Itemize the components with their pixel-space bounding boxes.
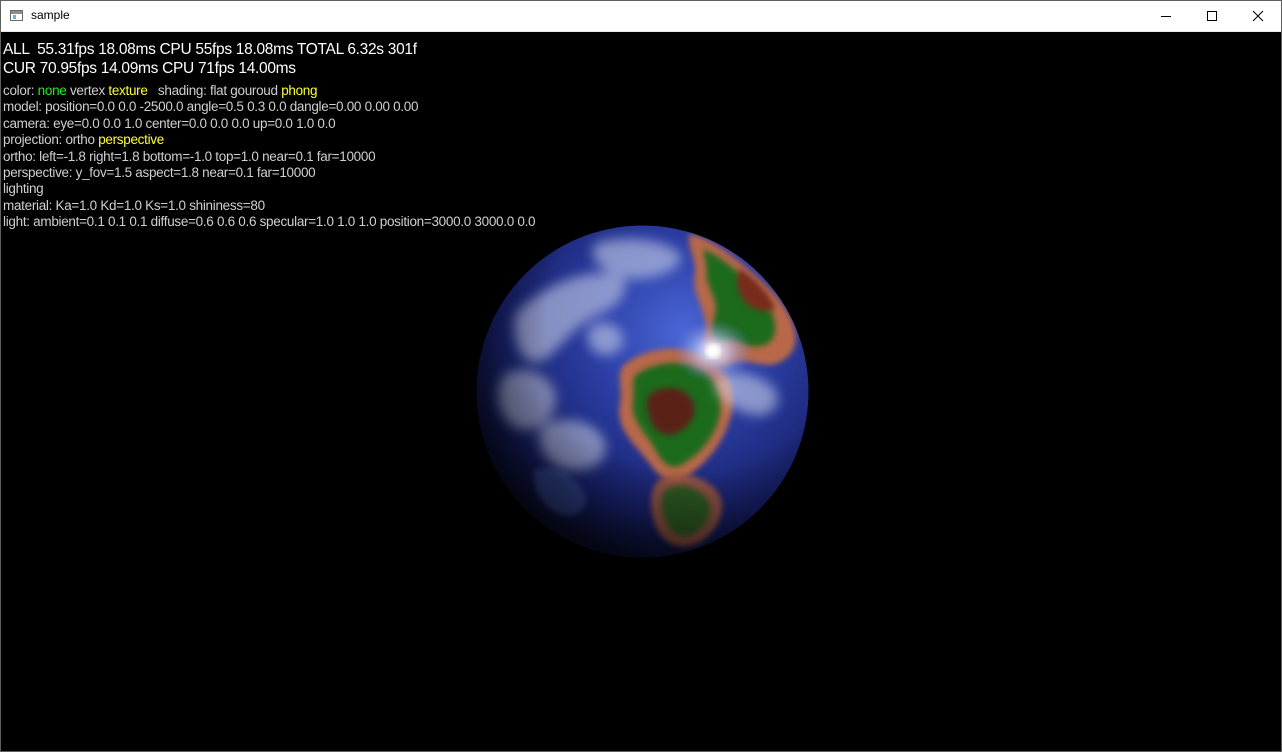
maximize-icon — [1207, 11, 1217, 21]
hud-color-shading-line: color: none vertex texture shading: flat… — [3, 83, 318, 98]
hud-all-stats: ALL 55.31fps 18.08ms CPU 55fps 18.08ms T… — [3, 41, 417, 58]
hud-material-line: material: Ka=1.0 Kd=1.0 Ks=1.0 shininess… — [3, 198, 265, 213]
hud-lighting-flag: lighting — [3, 181, 44, 196]
color-option-texture: texture — [108, 83, 148, 98]
minimize-icon — [1161, 16, 1171, 17]
hud-cur-stats: CUR 70.95fps 14.09ms CPU 71fps 14.00ms — [3, 60, 296, 77]
title-bar[interactable]: sample — [1, 1, 1281, 32]
projection-option-ortho: ortho — [65, 132, 95, 147]
shading-label: shading: — [157, 83, 207, 98]
hud-model-line: model: position=0.0 0.0 -2500.0 angle=0.… — [3, 99, 419, 114]
projection-option-perspective: perspective — [98, 132, 164, 147]
minimize-button[interactable] — [1143, 1, 1189, 31]
app-window: sample ALL 55.31fps 18.08ms CPU 55fps 18… — [0, 0, 1282, 752]
maximize-button[interactable] — [1189, 1, 1235, 31]
window-title: sample — [31, 8, 70, 22]
hud-camera-line: camera: eye=0.0 0.0 1.0 center=0.0 0.0 0… — [3, 116, 336, 131]
shading-option-flat: flat — [210, 83, 227, 98]
close-icon — [1252, 10, 1264, 22]
hud-projection-line: projection: ortho perspective — [3, 132, 164, 147]
color-label: color: — [3, 83, 35, 98]
shading-option-phong: phong — [281, 83, 318, 98]
shading-option-gouroud: gouroud — [230, 83, 278, 98]
projection-label: projection: — [3, 132, 62, 147]
hud-ortho-line: ortho: left=-1.8 right=1.8 bottom=-1.0 t… — [3, 149, 376, 164]
color-option-vertex: vertex — [69, 83, 105, 98]
earth-globe — [475, 224, 810, 559]
render-viewport[interactable]: ALL 55.31fps 18.08ms CPU 55fps 18.08ms T… — [1, 32, 1281, 751]
hud-perspective-line: perspective: y_fov=1.5 aspect=1.8 near=0… — [3, 165, 316, 180]
app-icon — [10, 10, 23, 21]
close-button[interactable] — [1235, 1, 1281, 31]
color-option-none: none — [37, 83, 67, 98]
hud-light-line: light: ambient=0.1 0.1 0.1 diffuse=0.6 0… — [3, 214, 536, 229]
